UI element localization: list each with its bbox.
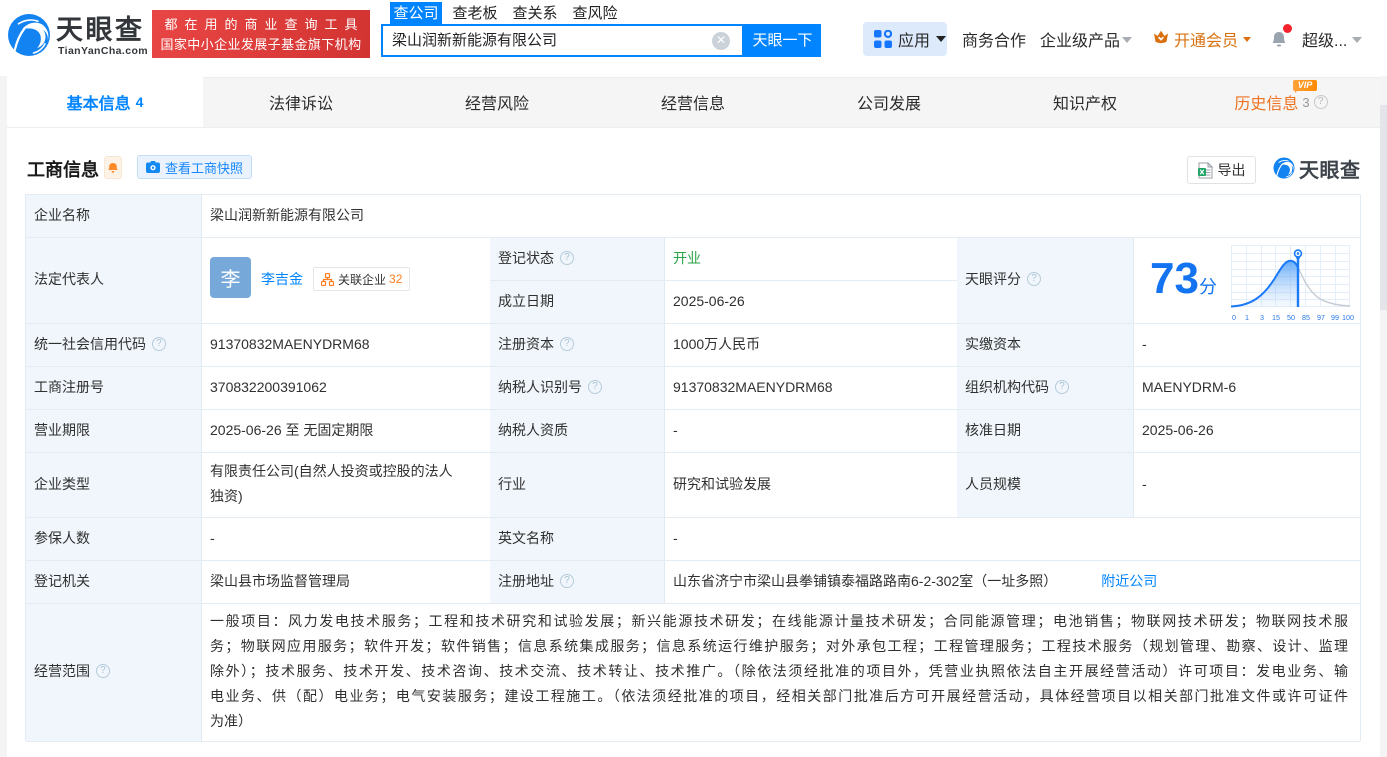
svg-text:0: 0 <box>1232 313 1236 322</box>
svg-text:50: 50 <box>1287 313 1295 322</box>
svg-text:97: 97 <box>1317 313 1325 322</box>
svg-text:85: 85 <box>1302 313 1310 322</box>
svg-text:99: 99 <box>1331 313 1339 322</box>
svg-text:100: 100 <box>1342 313 1354 322</box>
svg-text:1: 1 <box>1245 313 1249 322</box>
svg-text:15: 15 <box>1272 313 1280 322</box>
svg-text:3: 3 <box>1260 313 1264 322</box>
